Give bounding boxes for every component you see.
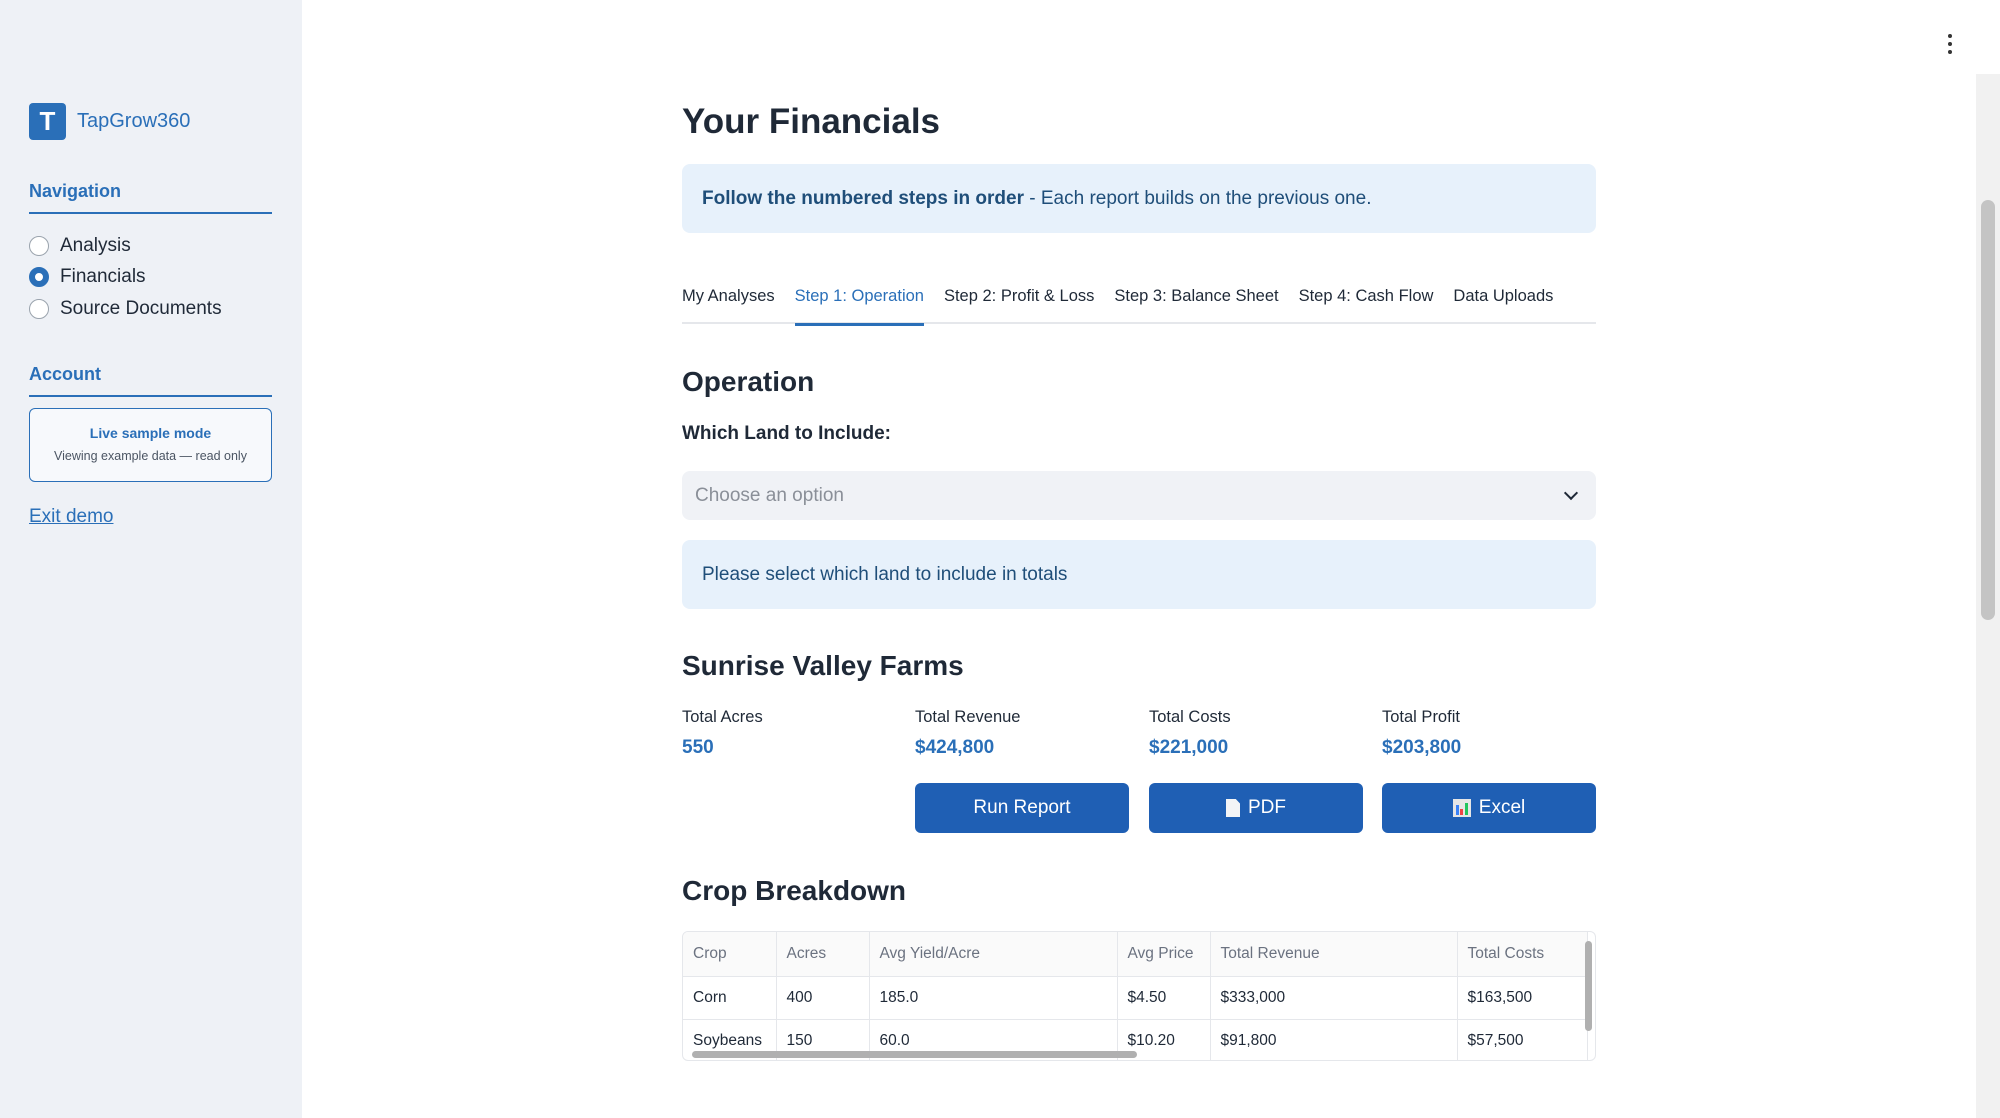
radio-unchecked-icon[interactable] — [29, 298, 49, 319]
excel-button[interactable]: Excel — [1382, 783, 1596, 833]
table-cell[interactable]: $91,800 — [1210, 1019, 1458, 1060]
table-cell[interactable]: $4.50 — [1117, 976, 1211, 1020]
metric-label: Total Acres — [682, 708, 763, 726]
table-cell[interactable]: $333,000 — [1210, 976, 1458, 1020]
metric-value: $221,000 — [1149, 737, 1229, 758]
nav-item-source-documents[interactable]: Source Documents — [29, 293, 222, 325]
radio-checked-icon[interactable] — [29, 267, 49, 288]
table-vertical-scrollbar[interactable] — [1585, 941, 1592, 1031]
radio-unchecked-icon[interactable] — [29, 235, 49, 256]
pdf-button[interactable]: PDF — [1149, 783, 1363, 833]
tab-step-4-cash-flow[interactable]: Step 4: Cash Flow — [1299, 283, 1434, 324]
nav-item-analysis[interactable]: Analysis — [29, 230, 222, 262]
metric-label: Total Profit — [1382, 708, 1460, 726]
metric-total-costs: Total Costs $221,000 — [1149, 708, 1349, 759]
table-cell[interactable]: $57,500 — [1457, 1019, 1588, 1060]
document-icon — [1226, 799, 1240, 817]
exit-demo-link[interactable]: Exit demo — [29, 506, 113, 528]
crop-breakdown-heading: Crop Breakdown — [682, 875, 907, 906]
steps-info-banner: Follow the numbered steps in order - Eac… — [682, 164, 1596, 233]
table-cell[interactable]: 185.0 — [869, 976, 1118, 1020]
tab-my-analyses[interactable]: My Analyses — [682, 283, 775, 324]
sample-mode-notice: Live sample mode Viewing example data — … — [29, 408, 272, 482]
land-select-label: Which Land to Include: — [682, 423, 891, 444]
brand-logo-icon: T — [29, 103, 66, 140]
table-cell[interactable]: $163,500 — [1457, 976, 1588, 1020]
land-select[interactable]: Choose an option — [682, 471, 1596, 520]
sidebar: T TapGrow360 Navigation Analysis Financi… — [0, 0, 302, 1118]
tab-data-uploads[interactable]: Data Uploads — [1453, 283, 1553, 324]
column-header-avg-yield[interactable]: Avg Yield/Acre — [869, 932, 1118, 977]
metric-label: Total Costs — [1149, 708, 1231, 726]
page-scrollbar-thumb[interactable] — [1981, 200, 1995, 620]
pdf-label: PDF — [1248, 797, 1286, 818]
farm-name-heading: Sunrise Valley Farms — [682, 650, 964, 681]
steps-info-text: - Each report builds on the previous one… — [1023, 187, 1372, 209]
sample-mode-title: Live sample mode — [89, 425, 212, 441]
nav-item-label: Financials — [60, 266, 146, 288]
crop-breakdown-table[interactable]: Crop Acres Avg Yield/Acre Avg Price Tota… — [682, 931, 1596, 1061]
table-row[interactable]: Corn 400 185.0 $4.50 $333,000 $163,500 — [683, 976, 1588, 1020]
table-horizontal-scrollbar[interactable] — [692, 1051, 1137, 1058]
metric-total-revenue: Total Revenue $424,800 — [915, 708, 1115, 759]
land-select-placeholder: Choose an option — [695, 484, 844, 506]
kebab-menu-icon[interactable] — [1940, 32, 1960, 56]
bar-chart-icon — [1452, 799, 1471, 817]
report-tabs: My Analyses Step 1: Operation Step 2: Pr… — [682, 283, 1596, 326]
column-header-avg-price[interactable]: Avg Price — [1117, 932, 1211, 977]
run-report-label: Run Report — [973, 797, 1071, 818]
navigation-heading: Navigation — [29, 181, 272, 214]
brand-name: TapGrow360 — [77, 110, 191, 132]
nav-item-label: Source Documents — [60, 297, 222, 319]
table-cell[interactable]: Corn — [683, 976, 777, 1020]
account-heading: Account — [29, 364, 272, 397]
metric-value: $424,800 — [915, 737, 995, 758]
nav-item-financials[interactable]: Financials — [29, 262, 222, 294]
tab-step-1-operation[interactable]: Step 1: Operation — [794, 283, 925, 326]
table-header-row: Crop Acres Avg Yield/Acre Avg Price Tota… — [683, 932, 1588, 977]
metric-value: $203,800 — [1382, 737, 1462, 758]
nav-item-label: Analysis — [60, 234, 131, 256]
metric-value: 550 — [682, 737, 714, 758]
column-header-total-revenue[interactable]: Total Revenue — [1210, 932, 1458, 977]
tab-step-2-profit-loss[interactable]: Step 2: Profit & Loss — [944, 283, 1094, 324]
steps-info-bold: Follow the numbered steps in order — [702, 187, 1024, 209]
brand[interactable]: T TapGrow360 — [29, 103, 190, 140]
operation-heading: Operation — [682, 366, 815, 397]
metric-label: Total Revenue — [915, 708, 1021, 726]
navigation-radio-group: Analysis Financials Source Documents — [29, 230, 222, 325]
column-header-crop[interactable]: Crop — [683, 932, 777, 977]
excel-label: Excel — [1478, 797, 1526, 818]
land-selection-notice: Please select which land to include in t… — [682, 540, 1596, 609]
metric-total-acres: Total Acres 550 — [682, 708, 882, 759]
metric-total-profit: Total Profit $203,800 — [1382, 708, 1582, 759]
column-header-acres[interactable]: Acres — [776, 932, 870, 977]
table-cell[interactable]: 400 — [776, 976, 870, 1020]
column-header-total-costs[interactable]: Total Costs — [1457, 932, 1588, 977]
page-title: Your Financials — [682, 102, 941, 141]
run-report-button[interactable]: Run Report — [915, 783, 1129, 833]
tab-step-3-balance-sheet[interactable]: Step 3: Balance Sheet — [1114, 283, 1278, 324]
sample-mode-subtitle: Viewing example data — read only — [54, 449, 247, 463]
chevron-down-icon — [1563, 485, 1579, 501]
